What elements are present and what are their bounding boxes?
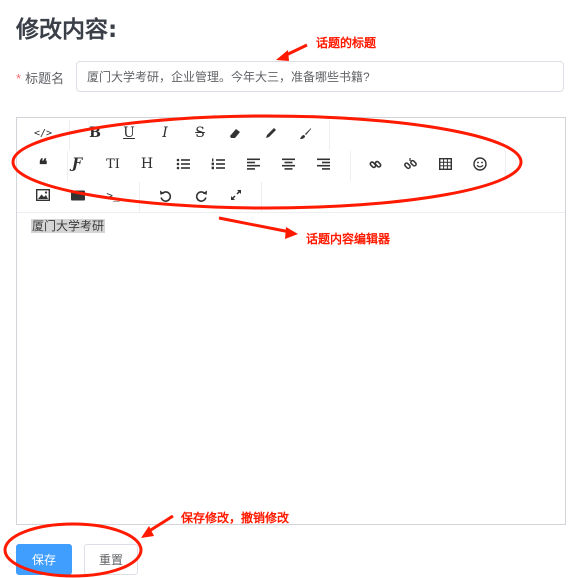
text-size-icon[interactable]: TI — [99, 149, 127, 179]
align-right-icon[interactable] — [309, 149, 337, 179]
numbered-list-icon[interactable] — [204, 149, 232, 179]
italic-icon[interactable]: I — [151, 118, 179, 148]
toolbar-row-3: >_ — [17, 180, 565, 212]
code-icon[interactable]: </> — [29, 118, 57, 148]
fullscreen-icon[interactable] — [222, 180, 250, 210]
table-icon[interactable] — [431, 149, 459, 179]
editor-toolbar: </> B U I S ❝ Ƒ TI H >_ — [17, 118, 565, 212]
arrow-buttons-head — [141, 526, 154, 538]
title-input[interactable] — [76, 61, 564, 92]
arrow-title-line — [281, 43, 308, 59]
font-icon[interactable]: Ƒ — [63, 149, 91, 179]
annotation-save-reset: 保存修改，撤销修改 — [181, 511, 290, 525]
quote-icon[interactable]: ❝ — [29, 149, 57, 179]
toolbar-row-1: </> B U I S — [17, 118, 565, 150]
title-label-text: 标题名 — [25, 71, 65, 86]
eraser-icon[interactable] — [221, 118, 249, 148]
unlink-icon[interactable] — [396, 149, 424, 179]
link-icon[interactable] — [361, 149, 389, 179]
heading-icon[interactable]: H — [133, 149, 161, 179]
content-editor[interactable]: </> B U I S ❝ Ƒ TI H >_ 厦门大学考研 — [16, 117, 566, 525]
annotation-topic-title: 话题的标题 — [316, 36, 377, 50]
title-label: * 标题名 — [16, 68, 64, 87]
save-button[interactable]: 保存 — [16, 544, 72, 575]
editor-content-area[interactable]: 厦门大学考研 — [31, 217, 551, 514]
bold-icon[interactable]: B — [81, 118, 109, 148]
video-icon[interactable] — [64, 180, 92, 210]
toolbar-row-2: ❝ Ƒ TI H — [17, 149, 565, 181]
annotation-topic-editor: 话题内容编辑器 — [306, 232, 391, 246]
align-center-icon[interactable] — [274, 149, 302, 179]
strikethrough-icon[interactable]: S — [186, 118, 214, 148]
bullet-list-icon[interactable] — [169, 149, 197, 179]
page-title: 修改内容: — [16, 17, 118, 43]
undo-icon[interactable] — [151, 180, 179, 210]
editor-content-text: 厦门大学考研 — [31, 219, 106, 233]
emoji-icon[interactable] — [466, 149, 494, 179]
redo-icon[interactable] — [187, 180, 215, 210]
terminal-icon[interactable]: >_ — [99, 180, 127, 210]
align-left-icon[interactable] — [239, 149, 267, 179]
image-icon[interactable] — [29, 180, 57, 210]
arrow-title-head — [276, 50, 289, 61]
required-mark: * — [16, 71, 22, 86]
pencil-icon[interactable] — [257, 118, 285, 148]
brush-icon[interactable] — [291, 118, 319, 148]
underline-icon[interactable]: U — [115, 118, 143, 148]
reset-button[interactable]: 重置 — [84, 544, 138, 575]
